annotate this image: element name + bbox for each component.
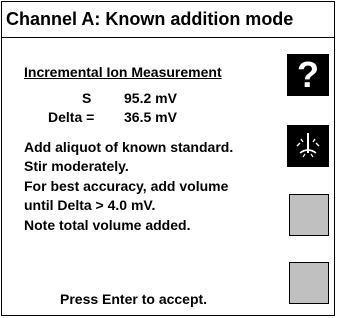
delta-reading-label: Delta = bbox=[48, 109, 95, 125]
s-reading-label: S bbox=[82, 90, 92, 106]
help-button[interactable]: ? bbox=[287, 54, 329, 96]
option-button-2[interactable] bbox=[289, 262, 329, 304]
section-heading: Incremental Ion Measurement bbox=[24, 64, 222, 80]
instruction-line: For best accuracy, add volume bbox=[24, 178, 229, 194]
question-mark-icon: ? bbox=[297, 54, 319, 95]
delta-reading-value: 36.5 mV bbox=[124, 109, 177, 125]
instruction-line: until Delta > 4.0 mV. bbox=[24, 197, 156, 213]
instruction-line: Stir moderately. bbox=[24, 158, 129, 174]
option-button-1[interactable] bbox=[289, 194, 329, 236]
instruction-line: Note total volume added. bbox=[24, 217, 191, 233]
stir-icon bbox=[296, 133, 320, 158]
stir-button[interactable] bbox=[287, 125, 329, 167]
footer-prompt: Press Enter to accept. bbox=[60, 291, 208, 307]
instruction-line: Add aliquot of known standard. bbox=[24, 139, 234, 155]
s-reading-value: 95.2 mV bbox=[124, 90, 177, 106]
